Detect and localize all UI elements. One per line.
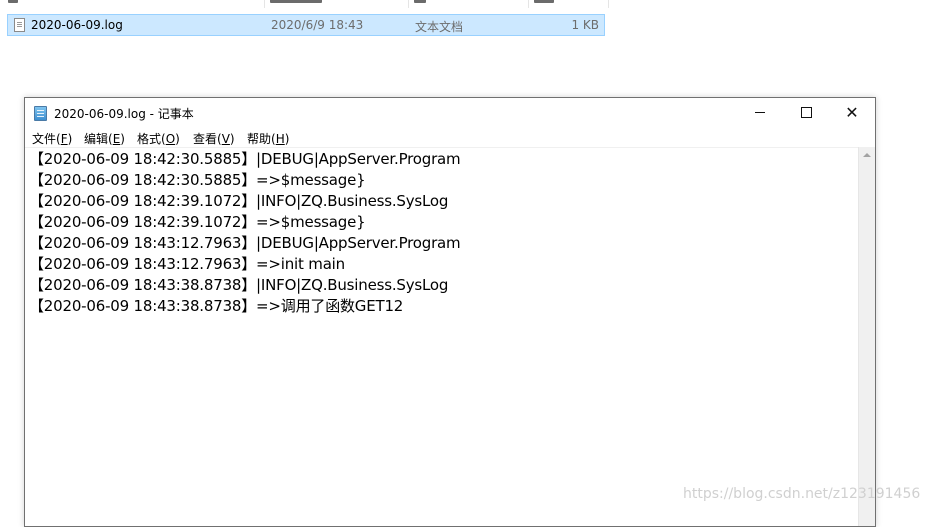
log-line: 【2020-06-09 18:43:38.8738】=>调用了函数GET12 [29,297,404,315]
menu-edit-hotkey: E [112,132,121,146]
text-file-icon [14,18,25,32]
file-type: 文本文档 [415,20,464,34]
column-header-date-fragment[interactable] [270,0,322,3]
menu-view-label: 查看 [193,132,218,146]
column-header-size-fragment[interactable] [534,0,554,3]
column-header-type-fragment[interactable] [414,0,426,3]
menu-help-label: 帮助 [247,132,272,146]
file-size: 1 KB [571,18,599,32]
menu-file-label: 文件 [32,132,57,146]
title-bar[interactable]: 2020-06-09.log - 记事本 ✕ [25,98,875,128]
minimize-icon [755,112,765,113]
column-separator[interactable] [408,0,409,8]
file-name: 2020-06-09.log [31,18,123,32]
close-icon: ✕ [845,102,859,122]
vertical-scrollbar[interactable] [858,147,875,526]
maximize-icon [800,107,812,118]
file-date-modified: 2020/6/9 18:43 [271,18,364,32]
text-editor-area[interactable]: 【2020-06-09 18:42:30.5885】|DEBUG|AppServ… [25,147,858,526]
window-title: 2020-06-09.log - 记事本 [54,107,194,121]
log-line: 【2020-06-09 18:42:30.5885】|DEBUG|AppServ… [29,150,461,168]
explorer-column-header [0,0,610,8]
menu-help[interactable]: 帮助(H) [247,130,289,147]
column-separator[interactable] [608,0,609,8]
close-button[interactable]: ✕ [829,98,875,127]
notepad-window: 2020-06-09.log - 记事本 ✕ 文件(F) 编辑(E) 格式(O)… [24,97,876,527]
menu-help-hotkey: H [275,132,285,146]
log-line: 【2020-06-09 18:42:39.1072】|INFO|ZQ.Busin… [29,192,449,210]
notepad-app-icon[interactable] [34,106,47,121]
column-separator[interactable] [528,0,529,8]
menu-view-hotkey: V [221,132,230,146]
column-header-name-fragment[interactable] [8,0,18,3]
menu-format[interactable]: 格式(O) [137,130,180,147]
file-list-row-selected[interactable]: 2020-06-09.log 2020/6/9 18:43 文本文档 1 KB [7,14,605,36]
column-separator[interactable] [264,0,265,8]
menu-file-hotkey: F [60,132,68,146]
log-line: 【2020-06-09 18:42:39.1072】=>$message} [29,213,366,231]
log-line: 【2020-06-09 18:42:30.5885】=>$message} [29,171,366,189]
menu-file[interactable]: 文件(F) [32,130,72,147]
menu-edit[interactable]: 编辑(E) [84,130,125,147]
watermark-text: https://blog.csdn.net/z123191456 [683,486,921,502]
scroll-up-arrow-icon[interactable] [859,149,875,161]
menu-format-hotkey: O [165,132,176,146]
minimize-button[interactable] [737,98,783,127]
log-line: 【2020-06-09 18:43:12.7963】=>init main [29,255,345,273]
log-line: 【2020-06-09 18:43:12.7963】|DEBUG|AppServ… [29,234,461,252]
menu-format-label: 格式 [137,132,162,146]
log-line: 【2020-06-09 18:43:38.8738】|INFO|ZQ.Busin… [29,276,449,294]
menu-bar: 文件(F) 编辑(E) 格式(O) 查看(V) 帮助(H) [25,128,875,147]
maximize-button[interactable] [783,98,829,127]
menu-view[interactable]: 查看(V) [193,130,235,147]
menu-edit-label: 编辑 [84,132,109,146]
